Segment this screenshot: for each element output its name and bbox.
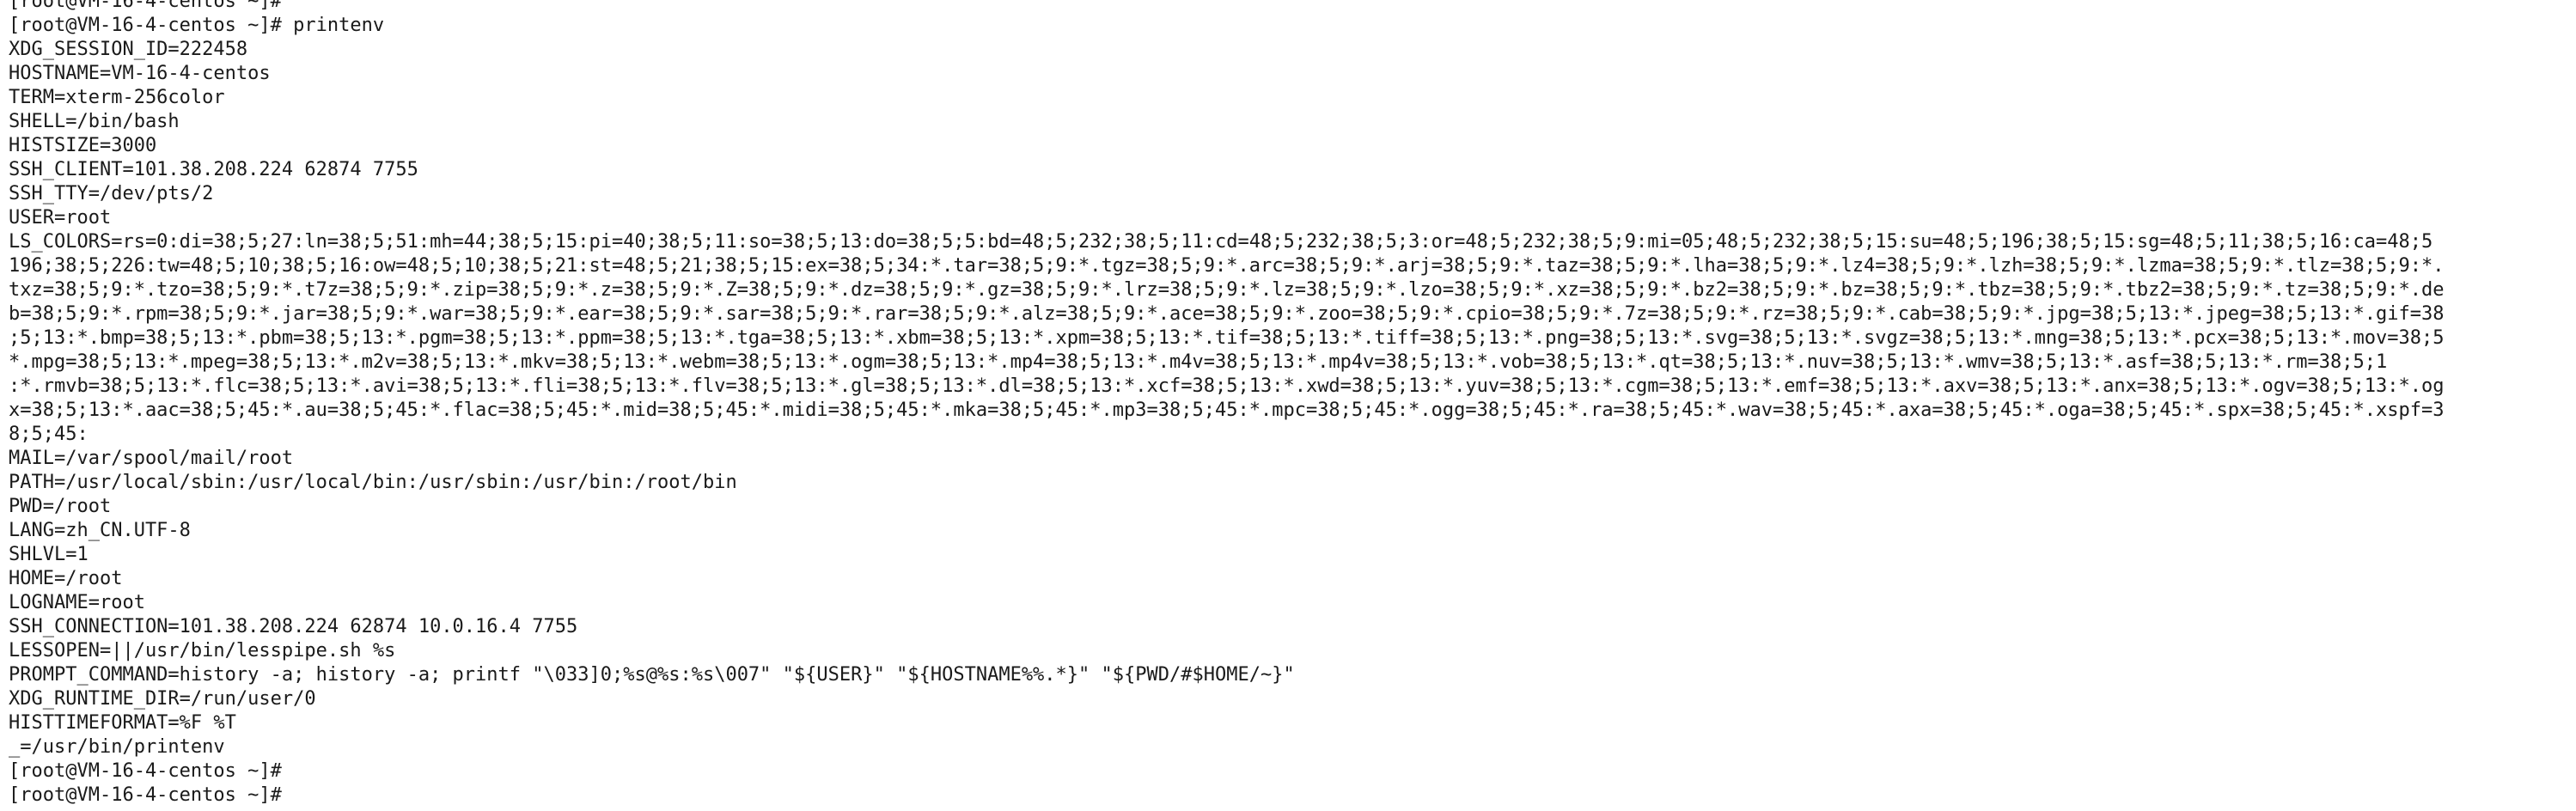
terminal-line: HOME=/root (9, 568, 123, 589)
terminal-line: SSH_CONNECTION=101.38.208.224 62874 10.0… (9, 616, 578, 637)
terminal-line: b=38;5;9:*.rpm=38;5;9:*.jar=38;5;9:*.war… (9, 303, 2445, 325)
terminal-line: PWD=/root (9, 496, 112, 517)
terminal-line: MAIL=/var/spool/mail/root (9, 448, 294, 469)
terminal-line: XDG_SESSION_ID=222458 (9, 39, 248, 60)
terminal-line: XDG_RUNTIME_DIR=/run/user/0 (9, 688, 316, 710)
terminal-line: 8;5;45: (9, 424, 89, 445)
terminal-line: *.mpg=38;5;13:*.mpeg=38;5;13:*.m2v=38;5;… (9, 351, 2388, 373)
terminal-line: HISTSIZE=3000 (9, 135, 157, 156)
terminal-line: txz=38;5;9:*.tzo=38;5;9:*.t7z=38;5;9:*.z… (9, 279, 2445, 301)
terminal-line: LOGNAME=root (9, 592, 145, 613)
terminal-line: :*.rmvb=38;5;13:*.flc=38;5;13:*.avi=38;5… (9, 375, 2445, 397)
terminal-line: SSH_CLIENT=101.38.208.224 62874 7755 (9, 159, 418, 180)
terminal-line: LS_COLORS=rs=0:di=38;5;27:ln=38;5;51:mh=… (9, 231, 2433, 253)
terminal-line: [root@VM-16-4-centos ~]# (9, 784, 282, 806)
terminal-line: [root@VM-16-4-centos ~]# (9, 0, 282, 12)
terminal-line: SHLVL=1 (9, 544, 89, 565)
terminal-line: LANG=zh_CN.UTF-8 (9, 520, 191, 541)
terminal-line: PATH=/usr/local/sbin:/usr/local/bin:/usr… (9, 472, 737, 493)
terminal-line: x=38;5;13:*.aac=38;5;45:*.au=38;5;45:*.f… (9, 399, 2445, 421)
terminal-line: SHELL=/bin/bash (9, 111, 180, 132)
terminal-line: HISTTIMEFORMAT=%F %T (9, 712, 236, 734)
terminal-line: 196;38;5;226:tw=48;5;10;38;5;16:ow=48;5;… (9, 255, 2445, 277)
terminal-output: [root@VM-16-4-centos ~]# [root@VM-16-4-ce… (0, 0, 2576, 808)
terminal-line: PROMPT_COMMAND=history -a; history -a; p… (9, 664, 1295, 686)
terminal-line: SSH_TTY=/dev/pts/2 (9, 183, 214, 204)
terminal-line: TERM=xterm-256color (9, 87, 225, 108)
terminal-line: _=/usr/bin/printenv (9, 736, 225, 758)
terminal-line: [root@VM-16-4-centos ~]# (9, 760, 282, 782)
terminal-window[interactable]: [root@VM-16-4-centos ~]# [root@VM-16-4-ce… (0, 0, 2576, 811)
terminal-line: HOSTNAME=VM-16-4-centos (9, 63, 271, 84)
terminal-line: [root@VM-16-4-centos ~]# printenv (9, 15, 385, 36)
terminal-line: LESSOPEN=||/usr/bin/lesspipe.sh %s (9, 640, 396, 662)
terminal-line: ;5;13:*.bmp=38;5;13:*.pbm=38;5;13:*.pgm=… (9, 327, 2445, 349)
terminal-line: USER=root (9, 207, 112, 229)
